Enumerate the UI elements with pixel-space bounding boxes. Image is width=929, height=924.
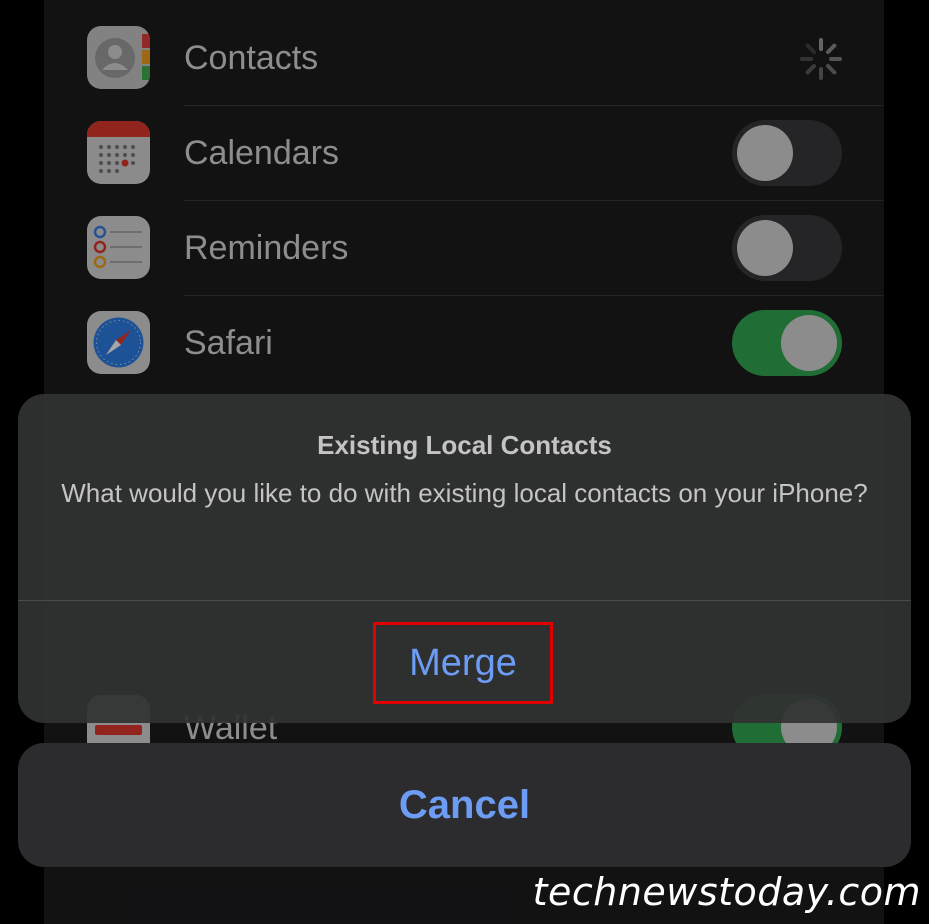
alert-message: What would you like to do with existing … <box>61 478 868 508</box>
alert-title: Existing Local Contacts <box>317 430 612 460</box>
cancel-button[interactable]: Cancel <box>18 743 911 867</box>
watermark-text: technewstoday.com <box>532 870 921 914</box>
merge-button-label[interactable]: Merge <box>373 622 553 704</box>
